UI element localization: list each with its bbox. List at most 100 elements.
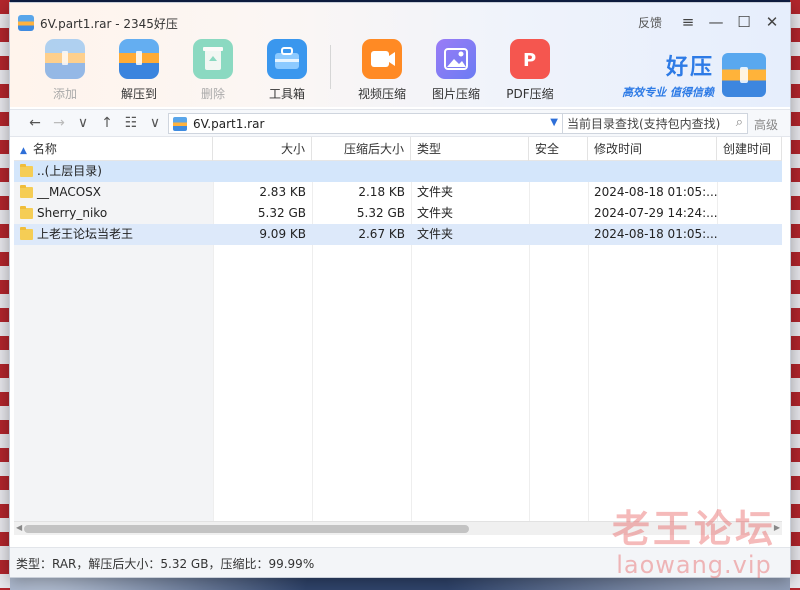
file-type: 文件夹 — [417, 206, 454, 220]
recycle-icon — [193, 39, 233, 79]
background-flag-right — [790, 0, 800, 590]
column-name[interactable]: ▲ 名称 — [14, 137, 213, 161]
menu-icon[interactable]: ≡ — [676, 11, 700, 33]
video-compress-label: 视频压缩 — [357, 87, 406, 101]
brand-logo: 好压 高效专业 值得信赖 — [622, 49, 766, 100]
file-size: 9.09 KB — [259, 227, 306, 241]
history-dropdown-icon[interactable]: ∨ — [72, 114, 94, 132]
parent-directory-row[interactable]: ..(上层目录) — [14, 161, 782, 182]
file-packed-size: 5.32 GB — [356, 206, 405, 220]
sort-asc-icon: ▲ — [20, 146, 27, 156]
delete-button[interactable]: 删除 — [176, 39, 250, 103]
nav-buttons: ← → ∨ ↑ ☷ ∨ — [24, 114, 166, 132]
minimize-button[interactable]: — — [704, 11, 728, 33]
window-controls: 反馈 ≡ — ☐ ✕ — [638, 11, 784, 33]
path-field[interactable]: 6V.part1.rar ▼ — [168, 113, 565, 134]
window-title: 6V.part1.rar - 2345好压 — [40, 16, 178, 31]
app-window: 6V.part1.rar - 2345好压 反馈 ≡ — ☐ ✕ 添加 解压到 — [9, 2, 791, 578]
up-icon[interactable]: ↑ — [96, 114, 118, 132]
advanced-search-button[interactable]: 高级 — [754, 116, 778, 133]
folder-icon — [20, 227, 33, 240]
image-icon — [436, 39, 476, 79]
file-name: __MACOSX — [37, 185, 102, 199]
scrollbar-thumb[interactable] — [24, 525, 469, 533]
table-row[interactable]: Sherry_niko 5.32 GB 5.32 GB 文件夹 2024-07-… — [14, 203, 782, 224]
scroll-right-icon[interactable]: ▶ — [774, 523, 780, 532]
brand-icon — [722, 52, 766, 97]
status-text: 类型：RAR，解压后大小：5.32 GB，压缩比：99.99% — [16, 557, 315, 571]
column-created[interactable]: 创建时间 — [717, 137, 782, 161]
view-dropdown-icon[interactable]: ∨ — [144, 114, 166, 132]
file-type: 文件夹 — [417, 185, 454, 199]
add-archive-icon — [45, 39, 85, 79]
table-row[interactable]: __MACOSX 2.83 KB 2.18 KB 文件夹 2024-08-18 … — [14, 182, 782, 203]
file-packed-size: 2.67 KB — [358, 227, 405, 241]
path-text: 6V.part1.rar — [193, 116, 265, 131]
folder-icon — [20, 185, 33, 198]
column-security[interactable]: 安全 — [529, 137, 588, 161]
search-placeholder: 当前目录查找(支持包内查找) — [567, 117, 721, 131]
file-type: 文件夹 — [417, 227, 454, 241]
brand-slogan: 高效专业 值得信赖 — [622, 86, 714, 99]
brand-name: 好压 — [665, 55, 714, 80]
image-compress-button[interactable]: 图片压缩 — [419, 39, 493, 103]
file-size: 5.32 GB — [257, 206, 306, 220]
column-header: ▲ 名称 大小 压缩后大小 类型 安全 修改时间 创建时间 — [14, 137, 782, 161]
column-modified[interactable]: 修改时间 — [588, 137, 717, 161]
pdf-compress-label: PDF压缩 — [506, 87, 554, 101]
file-list: ▲ 名称 大小 压缩后大小 类型 安全 修改时间 创建时间 ..(上层目录) __… — [14, 137, 782, 535]
archive-icon — [173, 116, 187, 131]
address-bar: ← → ∨ ↑ ☷ ∨ 6V.part1.rar ▼ 当前目录查找(支持包内查找… — [10, 109, 790, 137]
column-packed-size[interactable]: 压缩后大小 — [312, 137, 411, 161]
add-button[interactable]: 添加 — [28, 39, 102, 103]
file-name: 上老王论坛当老王 — [37, 227, 134, 241]
pdf-icon: P — [510, 39, 550, 79]
app-icon — [18, 15, 34, 31]
pdf-compress-button[interactable]: P PDF压缩 — [493, 39, 567, 103]
toolbar-separator — [330, 45, 331, 89]
close-button[interactable]: ✕ — [760, 11, 784, 33]
back-icon[interactable]: ← — [24, 114, 46, 132]
video-icon — [362, 39, 402, 79]
file-rows: ..(上层目录) __MACOSX 2.83 KB 2.18 KB 文件夹 20… — [14, 161, 782, 245]
file-size: 2.83 KB — [259, 185, 306, 199]
file-packed-size: 2.18 KB — [358, 185, 405, 199]
toolbox-icon — [267, 39, 307, 79]
file-name: Sherry_niko — [37, 206, 108, 220]
column-type[interactable]: 类型 — [411, 137, 529, 161]
search-input[interactable]: 当前目录查找(支持包内查找) ⌕ — [562, 113, 748, 134]
extract-button[interactable]: 解压到 — [102, 39, 176, 103]
file-security — [529, 203, 588, 224]
image-compress-label: 图片压缩 — [431, 87, 480, 101]
view-mode-icon[interactable]: ☷ — [120, 114, 142, 132]
extract-icon — [119, 39, 159, 79]
toolbox-label: 工具箱 — [268, 87, 305, 101]
column-size[interactable]: 大小 — [213, 137, 312, 161]
path-dropdown-icon[interactable]: ▼ — [550, 117, 558, 128]
parent-directory-label: ..(上层目录) — [37, 164, 102, 178]
delete-label: 删除 — [200, 87, 225, 101]
title-bar: 6V.part1.rar - 2345好压 — [18, 14, 178, 32]
toolbar: 添加 解压到 删除 工具箱 视频压缩 图片压缩 P PDF压缩 — [28, 39, 567, 103]
forward-icon[interactable]: → — [48, 114, 70, 132]
file-modified: 2024-07-29 14:24:... — [594, 206, 717, 220]
horizontal-scrollbar[interactable]: ◀ ▶ — [14, 521, 782, 535]
maximize-button[interactable]: ☐ — [732, 11, 756, 33]
extract-label: 解压到 — [120, 87, 157, 101]
folder-icon — [20, 164, 33, 177]
file-modified: 2024-08-18 01:05:... — [594, 185, 717, 199]
folder-icon — [20, 206, 33, 219]
status-bar: 类型：RAR，解压后大小：5.32 GB，压缩比：99.99% — [10, 547, 790, 577]
scroll-left-icon[interactable]: ◀ — [16, 523, 22, 532]
column-name-label: 名称 — [32, 142, 57, 156]
file-security — [529, 182, 588, 203]
search-icon[interactable]: ⌕ — [736, 115, 743, 130]
toolbox-button[interactable]: 工具箱 — [250, 39, 324, 103]
table-row[interactable]: 上老王论坛当老王 9.09 KB 2.67 KB 文件夹 2024-08-18 … — [14, 224, 782, 245]
svg-text:P: P — [523, 50, 536, 71]
feedback-button[interactable]: 反馈 — [638, 14, 662, 31]
add-label: 添加 — [52, 87, 77, 101]
file-modified: 2024-08-18 01:05:... — [594, 227, 717, 241]
file-security — [529, 224, 588, 245]
video-compress-button[interactable]: 视频压缩 — [345, 39, 419, 103]
